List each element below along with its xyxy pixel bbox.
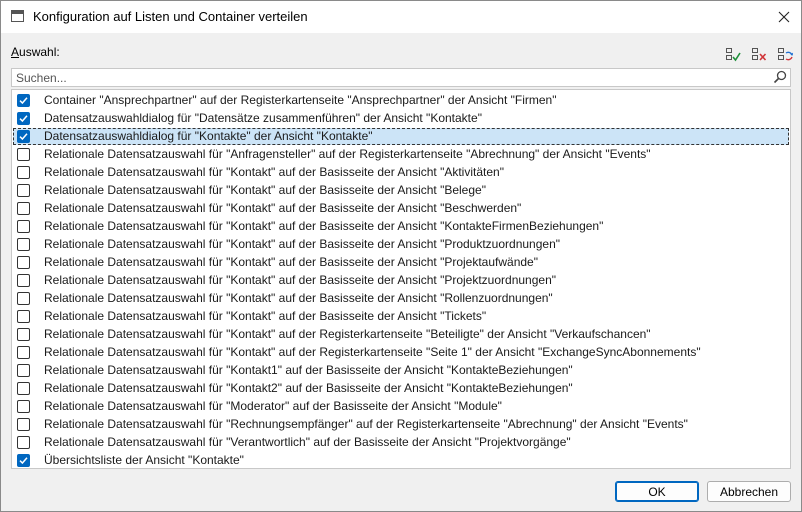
item-checkbox[interactable] [17,364,30,377]
list-item-label: Relationale Datensatzauswahl für "Kontak… [44,345,701,359]
selection-label-text: uswahl: [19,45,60,59]
list-item-label: Relationale Datensatzauswahl für "Kontak… [44,309,487,323]
list-item[interactable]: Relationale Datensatzauswahl für "Kontak… [13,326,789,343]
list-item[interactable]: Relationale Datensatzauswahl für "Kontak… [13,182,789,199]
list-item[interactable]: Relationale Datensatzauswahl für "Kontak… [13,218,789,235]
item-checkbox[interactable] [17,418,30,431]
item-checkbox[interactable] [17,346,30,359]
item-list[interactable]: Container "Ansprechpartner" auf der Regi… [11,89,791,469]
list-item-label: Relationale Datensatzauswahl für "Kontak… [44,291,553,305]
checkmark-icon [19,457,28,465]
close-button[interactable] [767,1,801,33]
list-item-label: Datensatzauswahldialog für "Kontakte" de… [44,129,373,143]
item-checkbox[interactable] [17,328,30,341]
list-item-label: Datensatzauswahldialog für "Datensätze z… [44,111,482,125]
selection-label-accelerator: A [11,45,20,59]
list-item-label: Relationale Datensatzauswahl für "Verant… [44,435,571,449]
list-item[interactable]: Relationale Datensatzauswahl für "Rechnu… [13,416,789,433]
invert-selection-icon [778,48,793,61]
item-checkbox[interactable] [17,382,30,395]
list-item-label: Relationale Datensatzauswahl für "Kontak… [44,219,604,233]
item-checkbox[interactable] [17,202,30,215]
list-item[interactable]: Relationale Datensatzauswahl für "Kontak… [13,290,789,307]
list-item-label: Relationale Datensatzauswahl für "Kontak… [44,363,573,377]
list-item[interactable]: Relationale Datensatzauswahl für "Modera… [13,398,789,415]
item-checkbox[interactable] [17,274,30,287]
item-checkbox[interactable] [17,400,30,413]
list-item[interactable]: Relationale Datensatzauswahl für "Anfrag… [13,146,789,163]
dialog-window: Konfiguration auf Listen und Container v… [0,0,802,512]
list-item-label: Relationale Datensatzauswahl für "Kontak… [44,381,573,395]
item-checkbox[interactable] [17,220,30,233]
list-item-label: Übersichtsliste der Ansicht "Kontakte" [44,453,244,467]
list-item[interactable]: Relationale Datensatzauswahl für "Kontak… [13,380,789,397]
window-title: Konfiguration auf Listen und Container v… [33,9,308,24]
item-checkbox[interactable] [17,94,30,107]
check-all-icon [726,48,741,62]
item-checkbox[interactable] [17,166,30,179]
uncheck-all-icon [752,48,767,61]
list-item-label: Relationale Datensatzauswahl für "Rechnu… [44,417,688,431]
search-box [11,68,791,87]
list-item[interactable]: Relationale Datensatzauswahl für "Kontak… [13,164,789,181]
item-checkbox[interactable] [17,112,30,125]
item-checkbox[interactable] [17,292,30,305]
list-item[interactable]: Datensatzauswahldialog für "Kontakte" de… [13,128,789,145]
list-item-label: Relationale Datensatzauswahl für "Kontak… [44,183,486,197]
checkmark-icon [19,97,28,105]
list-item[interactable]: Relationale Datensatzauswahl für "Kontak… [13,344,789,361]
list-item[interactable]: Container "Ansprechpartner" auf der Regi… [13,92,789,109]
item-checkbox[interactable] [17,238,30,251]
item-checkbox[interactable] [17,436,30,449]
list-item[interactable]: Übersichtsliste der Ansicht "Kontakte" [13,452,789,468]
list-item-label: Relationale Datensatzauswahl für "Kontak… [44,237,561,251]
close-icon [778,11,790,23]
uncheck-all-button[interactable] [749,45,769,65]
item-checkbox[interactable] [17,148,30,161]
list-item[interactable]: Relationale Datensatzauswahl für "Kontak… [13,236,789,253]
list-item-label: Relationale Datensatzauswahl für "Kontak… [44,165,504,179]
list-item[interactable]: Relationale Datensatzauswahl für "Kontak… [13,254,789,271]
list-item[interactable]: Relationale Datensatzauswahl für "Kontak… [13,362,789,379]
item-checkbox[interactable] [17,130,30,143]
list-item-label: Container "Ansprechpartner" auf der Regi… [44,93,557,107]
selection-toolbar [723,45,795,65]
item-checkbox[interactable] [17,310,30,323]
list-item[interactable]: Datensatzauswahldialog für "Datensätze z… [13,110,789,127]
checkmark-icon [19,115,28,123]
selection-label: Auswahl: [11,45,60,59]
list-item-label: Relationale Datensatzauswahl für "Kontak… [44,327,651,341]
list-item-label: Relationale Datensatzauswahl für "Anfrag… [44,147,651,161]
list-item-label: Relationale Datensatzauswahl für "Kontak… [44,201,522,215]
ok-button[interactable]: OK [615,481,699,502]
search-input[interactable] [16,70,766,85]
list-item[interactable]: Relationale Datensatzauswahl für "Verant… [13,434,789,451]
list-item[interactable]: Relationale Datensatzauswahl für "Kontak… [13,200,789,217]
cancel-button[interactable]: Abbrechen [707,481,791,502]
list-item-label: Relationale Datensatzauswahl für "Kontak… [44,255,538,269]
check-all-button[interactable] [723,45,743,65]
item-checkbox[interactable] [17,256,30,269]
list-item[interactable]: Relationale Datensatzauswahl für "Kontak… [13,308,789,325]
list-item[interactable]: Relationale Datensatzauswahl für "Kontak… [13,272,789,289]
title-bar: Konfiguration auf Listen und Container v… [1,1,801,33]
invert-selection-button[interactable] [775,45,795,65]
item-checkbox[interactable] [17,454,30,467]
list-item-label: Relationale Datensatzauswahl für "Kontak… [44,273,556,287]
item-checkbox[interactable] [17,184,30,197]
window-icon [11,10,24,22]
checkmark-icon [19,133,28,141]
search-icon[interactable] [773,70,787,85]
list-item-label: Relationale Datensatzauswahl für "Modera… [44,399,502,413]
